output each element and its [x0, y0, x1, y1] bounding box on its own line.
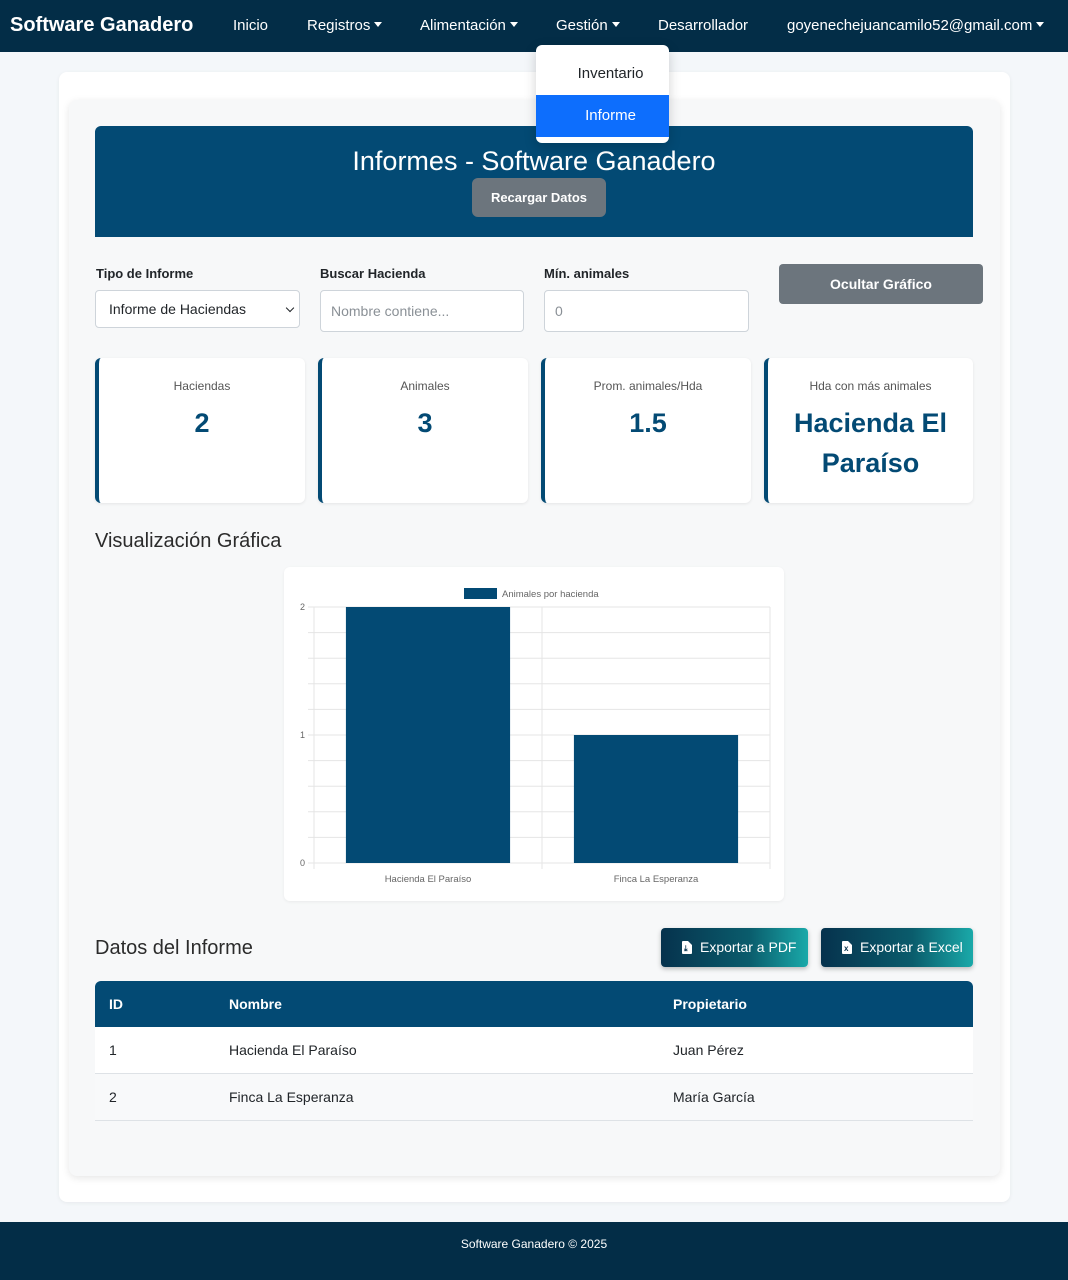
report-type-value: Informe de Haciendas [109, 301, 246, 317]
table-header: ID Nombre Propietario [95, 981, 973, 1027]
search-hacienda-label: Buscar Hacienda [320, 266, 426, 281]
x-tick-label: Finca La Esperanza [614, 874, 699, 885]
nav-alimentacion[interactable]: Alimentación [420, 17, 518, 34]
chart-card: 0 1 2 Hacienda El Paraíso Finca La Esperanza… [284, 567, 784, 901]
min-animals-input[interactable]: 0 [544, 290, 749, 332]
column-header-id[interactable]: ID [109, 981, 123, 1027]
stat-value: Hacienda El Paraíso [793, 408, 948, 478]
report-type-label: Tipo de Informe [96, 266, 194, 281]
stat-card-top-hacienda: Hda con más animales Hacienda El Paraíso [764, 358, 973, 503]
stat-card-animales: Animales 3 [318, 358, 528, 503]
stat-label: Prom. animales/Hda [593, 379, 703, 393]
cell-propietario: María García [673, 1089, 755, 1105]
stat-label: Hda con más animales [809, 379, 932, 393]
page-title: Informes - Software Ganadero [352, 146, 716, 176]
nav-inicio-label: Inicio [233, 17, 269, 34]
y-tick-label: 2 [300, 602, 305, 612]
table-row: 2 Finca La Esperanza María García [95, 1074, 973, 1121]
navbar: Software Ganadero Inicio Registros Alime… [0, 0, 1068, 52]
column-header-nombre[interactable]: Nombre [229, 981, 282, 1027]
file-pdf-icon: ⤓ [682, 941, 692, 954]
cell-id: 2 [109, 1089, 117, 1105]
stat-label: Animales [400, 379, 450, 393]
export-pdf-label: Exportar a PDF [700, 939, 797, 955]
report-header: Informes - Software Ganadero Recargar Da… [95, 126, 973, 237]
nav-desarrollador[interactable]: Desarrollador [658, 17, 748, 34]
nav-registros[interactable]: Registros [307, 17, 383, 34]
hide-chart-button[interactable]: Ocultar Gráfico [779, 264, 983, 304]
legend-swatch [464, 588, 497, 599]
stat-card-promedio: Prom. animales/Hda 1.5 [541, 358, 751, 503]
bar-chart: 0 1 2 Hacienda El Paraíso Finca La Esperanza… [300, 588, 771, 885]
nav-alimentacion-label: Alimentación [420, 17, 506, 34]
y-tick-label: 0 [300, 858, 305, 868]
stat-card-haciendas: Haciendas 2 [95, 358, 305, 503]
bar [345, 607, 511, 863]
gestion-dropdown-menu: Inventario Informe [536, 45, 669, 143]
report-type-select[interactable]: Informe de Haciendas [95, 290, 300, 328]
cell-nombre: Finca La Esperanza [229, 1089, 354, 1105]
column-header-propietario[interactable]: Propietario [673, 981, 747, 1027]
bar [573, 735, 739, 863]
stat-label: Haciendas [173, 379, 231, 393]
cell-nombre: Hacienda El Paraíso [229, 1042, 357, 1058]
x-tick-label: Hacienda El Paraíso [385, 874, 472, 885]
footer-text: Software Ganadero © 2025 [460, 1237, 608, 1251]
nav-inicio[interactable]: Inicio [233, 17, 268, 34]
y-tick-label: 1 [300, 730, 305, 740]
min-animals-label: Mín. animales [544, 266, 630, 281]
nav-user-menu[interactable]: goyenechejuancamilo52@gmail.com [787, 17, 1045, 34]
caret-down-icon [509, 22, 518, 27]
nav-registros-label: Registros [307, 17, 371, 34]
caret-down-icon [374, 22, 383, 27]
footer: Software Ganadero © 2025 [0, 1222, 1068, 1280]
dropdown-item-informe[interactable]: Informe [536, 95, 669, 137]
user-email: goyenechejuancamilo52@gmail.com [787, 17, 1033, 34]
caret-down-icon [611, 22, 620, 27]
file-excel-icon: x [842, 941, 852, 954]
nav-desarrollador-label: Desarrollador [658, 17, 749, 34]
report-table: ID Nombre Propietario 1 Hacienda El Para… [95, 981, 973, 1121]
cell-id: 1 [109, 1042, 117, 1058]
export-pdf-button[interactable]: ⤓ Exportar a PDF [661, 928, 808, 967]
dropdown-item-inventario[interactable]: Inventario [536, 53, 669, 95]
nav-gestion-label: Gestión [556, 17, 608, 34]
stat-value: 2 [194, 408, 210, 438]
stat-value: 3 [417, 408, 433, 438]
nav-gestion[interactable]: Gestión [556, 17, 620, 34]
chart-section-title: Visualización Gráfica [95, 530, 282, 552]
search-hacienda-input[interactable]: Nombre contiene... [320, 290, 524, 332]
export-excel-label: Exportar a Excel [860, 939, 963, 955]
chevron-down-icon [285, 303, 295, 313]
table-row: 1 Hacienda El Paraíso Juan Pérez [95, 1027, 973, 1074]
brand-logo[interactable]: Software Ganadero [10, 14, 193, 37]
caret-down-icon [1036, 22, 1045, 27]
data-section-title: Datos del Informe [95, 937, 253, 959]
reload-data-button[interactable]: Recargar Datos [472, 178, 606, 217]
export-excel-button[interactable]: x Exportar a Excel [821, 928, 973, 967]
stat-value: 1.5 [629, 408, 667, 438]
legend-label: Animales por hacienda [502, 589, 599, 600]
cell-propietario: Juan Pérez [673, 1042, 744, 1058]
